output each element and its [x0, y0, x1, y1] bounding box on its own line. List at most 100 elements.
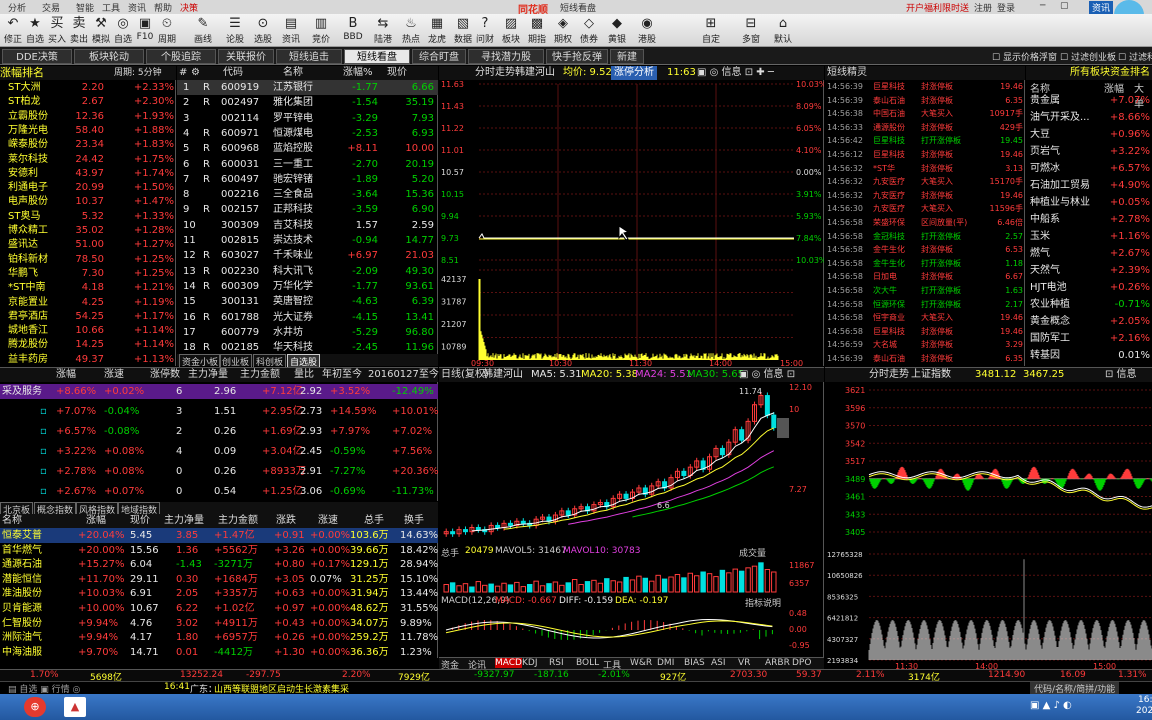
chk-price-float[interactable]: ☐ 显示价格浮窗 [992, 50, 1057, 63]
rise-row[interactable]: 万隆光电 58.40 +1.88% [0, 123, 176, 138]
toolbar-button[interactable]: ◎ 自选 [112, 15, 134, 45]
minute-chart[interactable]: 11.63 10.03% 11.43 8.09% 11.22 6.05% 11.01 4.10… [439, 80, 824, 366]
gear-icon[interactable]: ⚙ [191, 66, 200, 80]
table-row[interactable]: 14 R 600309 万华化学 -1.77 93.61 [177, 279, 438, 294]
news-row[interactable]: 14:56:58 金牛生化 打开涨停板 1.18 [825, 257, 1025, 270]
news-row[interactable]: 14:56:58 日加电 封涨停板 6.67 [825, 270, 1025, 283]
news-row[interactable]: 14:56:58 金牛生化 封涨停板 6.53 [825, 243, 1025, 256]
indicator-tab[interactable]: VR [738, 658, 750, 668]
table-row[interactable]: 15 300131 英唐智控 -4.63 6.39 [177, 294, 438, 309]
toolbar-button[interactable]: ◆ 黄银 [606, 15, 628, 45]
table-row[interactable]: 1 R 600919 江苏银行 -1.77 6.66 [177, 80, 438, 95]
indicator-tab[interactable]: W&R [630, 658, 652, 668]
menu-item[interactable]: 帮助 [154, 1, 172, 14]
news-row[interactable]: 14:56:39 泰山石油 封涨停板 6.35 [825, 94, 1025, 107]
toolbar-button[interactable]: ✎ 画线 [192, 15, 214, 45]
toolbar-button[interactable]: ◈ 期权 [552, 15, 574, 45]
rise-row[interactable]: 利通电子 20.99 +1.50% [0, 180, 176, 195]
table-row[interactable]: 12 R 603027 千禾味业 +6.97 21.03 [177, 248, 438, 263]
table-row[interactable]: 3 002114 罗平锌电 -3.29 7.93 [177, 111, 438, 126]
sector-row[interactable]: ▫ +2.78% +0.08% 0 0.26 +8933万 2.91 -7.27% +20.36… [0, 464, 438, 479]
tab-related-quote[interactable]: 关联报价 [218, 49, 274, 64]
toolbar-button[interactable]: ↶ 修正 [2, 15, 24, 45]
toolbar-button[interactable]: ? 问财 [474, 15, 496, 45]
sector-col[interactable]: 涨速 [104, 368, 124, 382]
stock-row[interactable]: 洲际油气 +9.94% 4.17 1.80 +6957万 +0.26 +0.00% 259.2… [0, 630, 438, 645]
sector-row[interactable]: ▫ +2.67% +0.07% 0 0.54 +1.25亿 3.06 -0.69% -11.73… [0, 484, 438, 499]
news-row[interactable]: 14:56:32 九安医疗 大笔买入 15170手 [825, 175, 1025, 188]
menu-item[interactable]: 交易 [42, 1, 60, 14]
sector-row[interactable]: ▫ +6.57% -0.08% 2 0.26 +1.69亿 2.93 +7.97% +7.02% [0, 424, 438, 439]
stocks-col[interactable]: 主力净量 [164, 514, 204, 528]
period-select[interactable]: 周期: 5分钟 [114, 66, 162, 80]
stocks-col[interactable]: 现价 [130, 514, 150, 528]
stocks-col[interactable]: 涨跌 [276, 514, 296, 528]
board-row[interactable]: 黄金概念 +2.05% [1026, 314, 1152, 329]
toolbar-button[interactable]: ▤ 资讯 [280, 15, 302, 45]
kline-tools-icon[interactable]: ▣ ◎ 信息 ⊡ [739, 368, 795, 382]
news-row[interactable]: 14:56:30 九安医疗 大笔买入 11596手 [825, 202, 1025, 215]
news-row[interactable]: 14:56:39 泰山石油 封涨停板 6.35 [825, 352, 1025, 365]
rise-row[interactable]: 电声股份 10.37 +1.47% [0, 194, 176, 209]
toolbar-button[interactable]: ⊙ 选股 [252, 15, 274, 45]
toolbar-button[interactable]: ▦ 龙虎 [426, 15, 448, 45]
chk-filter-gem[interactable]: ☐ 过滤创业板 [1060, 50, 1116, 63]
volume-chart[interactable]: 118676357 [439, 558, 824, 594]
sector-row[interactable]: ▫ +7.07% -0.04% 3 1.51 +2.95亿 2.73 +14.59% +10.0… [0, 404, 438, 419]
news-row[interactable]: 14:56:12 巨星科技 封涨停板 19.46 [825, 148, 1025, 161]
register-link[interactable]: 注册 [974, 1, 992, 14]
indicator-tab[interactable]: RSI [549, 658, 564, 668]
toolbar-button[interactable]: ☰ 论股 [224, 15, 246, 45]
board-row[interactable]: 玉米 +1.16% [1026, 229, 1152, 244]
stock-row[interactable]: 贝肯能源 +10.00% 10.67 6.22 +1.02亿 +0.97 +0.00% 48.… [0, 601, 438, 616]
stocks-col[interactable]: 名称 [2, 514, 22, 528]
news-row[interactable]: 14:56:58 金冠科技 打开涨停板 2.57 [825, 230, 1025, 243]
news-row[interactable]: 14:56:58 巨星科技 封涨停板 19.46 [825, 325, 1025, 338]
indicator-tab[interactable]: ASI [711, 658, 726, 668]
rise-row[interactable]: 安德利 43.97 +1.74% [0, 166, 176, 181]
index-tools-icon[interactable]: ⊡ 信息 [1105, 368, 1137, 382]
table-row[interactable]: 13 R 002230 科大讯飞 -2.09 49.30 [177, 264, 438, 279]
menu-item[interactable]: 资讯 [128, 1, 146, 14]
sector-col[interactable]: 主力净量 [188, 368, 228, 382]
stock-row[interactable]: 中海油服 +9.70% 14.71 0.01 -4412万 +1.30 +0.00% 36.3… [0, 645, 438, 660]
board-row[interactable]: 大豆 +0.96% [1026, 127, 1152, 142]
table-row[interactable]: 16 R 601788 光大证券 -4.15 13.41 [177, 310, 438, 325]
stocks-col[interactable]: 涨幅 [86, 514, 106, 528]
board-row[interactable]: 种植业与林业 +0.05% [1026, 195, 1152, 210]
stock-row[interactable]: 潜能恒信 +11.70% 29.11 0.30 +1684万 +3.05 0.07% 31.2… [0, 572, 438, 587]
toolbar-button[interactable]: ◉ 港股 [636, 15, 658, 45]
rise-row[interactable]: 博众精工 35.02 +1.28% [0, 223, 176, 238]
board-row[interactable]: 燃气 +2.67% [1026, 246, 1152, 261]
menu-item-decision[interactable]: 决策 [180, 1, 198, 14]
toolbar-button[interactable]: ⊞ 自定 [700, 15, 722, 45]
board-row[interactable]: HJT电池 +0.26% [1026, 280, 1152, 295]
tab-monitor[interactable]: 综合盯盘 [412, 49, 466, 64]
toolbar-button[interactable]: 买买入 [46, 15, 68, 45]
stocks-col[interactable]: 总手 [364, 514, 384, 528]
stocks-col[interactable]: 换手 [404, 514, 424, 528]
board-row[interactable]: 页岩气 +3.22% [1026, 144, 1152, 159]
news-row[interactable]: 14:56:32 九安医疗 封涨停板 19.46 [825, 189, 1025, 202]
table-row[interactable]: 17 600779 水井坊 -5.29 96.80 [177, 325, 438, 340]
chk-filter-star[interactable]: ☐ 过滤科创 [1118, 50, 1152, 63]
table-row[interactable]: 5 R 600968 蓝焰控股 +8.11 10.00 [177, 141, 438, 156]
sector-col[interactable]: 量比 [294, 368, 314, 382]
board-row[interactable]: 国防军工 +2.16% [1026, 331, 1152, 346]
table-row[interactable]: 9 R 002157 正邦科技 -3.59 6.90 [177, 202, 438, 217]
rise-row[interactable]: *ST中南 4.18 +1.21% [0, 280, 176, 295]
rise-row[interactable]: 腾龙股份 14.25 +1.14% [0, 337, 176, 352]
indicator-tab[interactable]: DMI [657, 658, 674, 668]
news-row[interactable]: 14:56:33 通源股份 封涨停板 429手 [825, 121, 1025, 134]
toolbar-button[interactable]: ♨ 热点 [400, 15, 422, 45]
stocks-col[interactable]: 涨速 [318, 514, 338, 528]
limit-analysis-button[interactable]: 涨停分析 [611, 66, 657, 80]
indicator-tab[interactable]: BOLL [576, 658, 599, 668]
toolbar-button[interactable]: ⇆ 陆港 [372, 15, 394, 45]
index-chart[interactable]: 3621 3596 3570 3542 3517 3489 3461 3433 3405 1276… [825, 382, 1152, 670]
table-row[interactable]: 7 R 600497 驰宏锌锗 -1.89 5.20 [177, 172, 438, 187]
stock-row[interactable]: 首华燃气 +20.00% 15.56 1.36 +5562万 +3.26 +0.00% 39.… [0, 543, 438, 558]
indicator-tab[interactable]: KDJ [522, 658, 538, 668]
news-row[interactable]: 14:56:32 *ST华 封涨停板 3.13 [825, 162, 1025, 175]
board-row[interactable]: 石油加工贸易 +4.90% [1026, 178, 1152, 193]
